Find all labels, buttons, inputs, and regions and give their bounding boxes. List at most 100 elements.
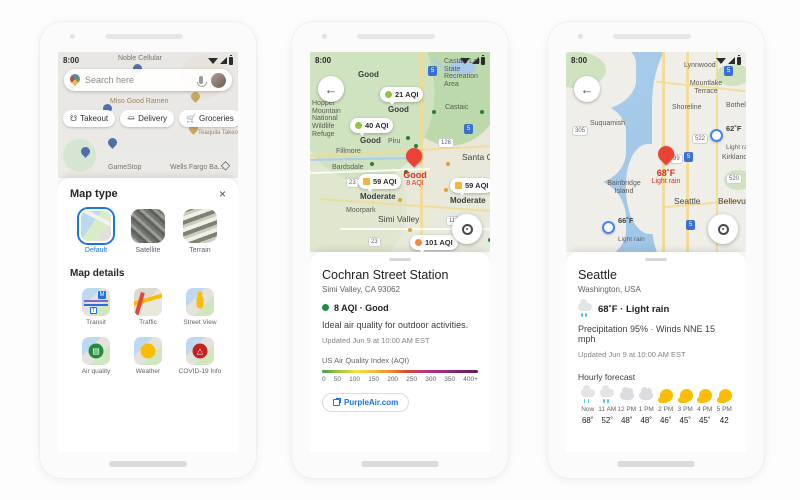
selected-location-pin[interactable] xyxy=(406,148,422,170)
aqi-marker[interactable]: 101 AQI xyxy=(410,235,458,252)
avatar[interactable] xyxy=(211,72,226,88)
back-button[interactable]: ← xyxy=(574,76,600,102)
sensor-dot[interactable] xyxy=(446,162,450,166)
chip-label: Takeout xyxy=(80,114,109,123)
pin-cond: Light rain xyxy=(651,178,681,185)
hour-temp: 45˚ xyxy=(679,415,692,425)
chip-delivery[interactable]: ⏛ Delivery xyxy=(120,110,175,127)
map-pin[interactable] xyxy=(81,147,90,159)
phone2-top-bezel xyxy=(292,22,508,52)
sensor-dot[interactable] xyxy=(480,110,484,114)
sensor-dot[interactable] xyxy=(408,228,412,232)
sensor-dot[interactable] xyxy=(444,188,448,192)
rain-marker-icon xyxy=(602,221,615,235)
drag-handle[interactable] xyxy=(645,258,667,261)
route-shield: 5 xyxy=(684,152,694,162)
back-button[interactable]: ← xyxy=(318,76,344,102)
pin-temp: 68˚F xyxy=(656,168,676,178)
scale-tick: 0 xyxy=(322,375,326,383)
search-input[interactable]: Search here xyxy=(85,75,194,85)
detail-label: Transit xyxy=(86,319,106,326)
place-label: Suquamish xyxy=(590,120,626,127)
weather-marker-text: 62˚F Light rain xyxy=(726,118,746,153)
sensor-dot[interactable] xyxy=(432,110,436,114)
aqi-square-icon xyxy=(363,178,370,185)
aqi-status: 8 AQI · Good xyxy=(322,303,478,313)
sensor-dot[interactable] xyxy=(370,162,374,166)
groceries-icon: 🛒 xyxy=(186,114,197,123)
hourly-forecast-row[interactable]: Now 68˚ 11 AM 52˚ 12 PM 48˚ 1 PM 48˚ 2 P… xyxy=(578,384,734,425)
aqi-marker[interactable]: 59 AQI xyxy=(450,178,490,196)
map-type-label: Satellite xyxy=(135,247,161,254)
map-type-satellite[interactable]: Satellite xyxy=(122,209,174,254)
aqi-marker[interactable]: 21 AQI xyxy=(380,87,424,105)
my-location-button[interactable] xyxy=(452,214,482,244)
purpleair-link-button[interactable]: PurpleAir.com xyxy=(322,392,410,412)
place-label: Bardsdale xyxy=(332,164,364,171)
camera-icon xyxy=(578,34,583,39)
status-icons xyxy=(716,54,741,65)
map-pin[interactable] xyxy=(108,138,117,150)
wifi-icon xyxy=(460,57,470,64)
map-pin[interactable] xyxy=(191,92,200,104)
aqi-status-dot-icon xyxy=(322,304,329,311)
chip-groceries[interactable]: 🛒 Groceries xyxy=(179,110,238,127)
aqi-marker[interactable]: 40 AQI xyxy=(350,118,394,136)
map-canvas-default[interactable]: 8:00 Noble Cellular Miso Good Ramen Game… xyxy=(58,52,238,178)
weather-marker[interactable]: 62˚F Light rain xyxy=(710,118,746,153)
sensor-dot[interactable] xyxy=(406,136,410,140)
route-shield: 23 xyxy=(346,178,359,188)
delivery-icon: ⏛ xyxy=(127,114,136,123)
cloud-icon xyxy=(637,387,657,404)
aqi-status-text: 8 AQI · Good xyxy=(334,302,389,313)
aqi-scale-bar xyxy=(322,369,478,373)
hourly-item: 4 PM 45˚ xyxy=(695,388,715,425)
microphone-icon[interactable] xyxy=(197,76,207,87)
earpiece xyxy=(105,34,183,39)
selected-location-pin[interactable] xyxy=(658,146,674,168)
place-label: Castaic xyxy=(445,104,469,111)
map-default-thumbnail xyxy=(78,209,113,243)
aqi-value: 40 AQI xyxy=(365,121,389,130)
marker-cond: Light rain xyxy=(618,235,645,243)
map-type-terrain[interactable]: Terrain xyxy=(174,209,226,254)
detail-weather[interactable]: Weather xyxy=(122,337,174,376)
current-weather-text: 68˚F · Light rain xyxy=(598,304,670,315)
detail-street-view[interactable]: Street View xyxy=(174,288,226,327)
detail-traffic[interactable]: Traffic xyxy=(122,288,174,327)
detail-covid-info[interactable]: △ COVID-19 Info xyxy=(174,337,226,376)
layers-icon[interactable]: ◇ xyxy=(219,159,232,172)
drag-handle[interactable] xyxy=(389,258,411,261)
my-location-icon xyxy=(717,223,729,235)
aqi-square-icon xyxy=(455,182,462,189)
map-type-default[interactable]: Default xyxy=(70,209,122,254)
scale-tick: 350 xyxy=(444,375,456,383)
aqi-word: Moderate xyxy=(450,196,486,205)
phone1-bottom-bezel xyxy=(40,452,256,478)
status-bar: 8:00 xyxy=(58,54,238,67)
status-bar: 8:00 xyxy=(310,54,490,67)
scale-tick: 250 xyxy=(406,375,418,383)
sensor-dot[interactable] xyxy=(488,238,490,242)
air-quality-card: Cochran Street Station Simi Valley, CA 9… xyxy=(310,252,490,452)
chip-takeout[interactable]: ☋ Takeout xyxy=(63,110,116,127)
weather-marker[interactable]: 66˚F Light rain xyxy=(602,210,645,245)
aqi-scale-ticks: 0 50 100 150 200 250 300 350 400+ xyxy=(322,376,478,383)
detail-air-quality[interactable]: ▤ Air quality xyxy=(70,337,122,376)
place-label: Piru xyxy=(388,138,401,145)
sensor-dot[interactable] xyxy=(398,198,402,202)
detail-label: COVID-19 Info xyxy=(178,368,222,376)
aqi-value: 59 AQI xyxy=(465,181,489,190)
my-location-button[interactable] xyxy=(708,214,738,244)
aqi-scale-title: US Air Quality Index (AQI) xyxy=(322,355,410,365)
close-icon[interactable]: × xyxy=(219,188,226,200)
phone3-top-bezel xyxy=(548,22,764,52)
map-canvas-weather[interactable]: 8:00 Lynnwood Mountlake Terrace Shorelin… xyxy=(566,52,746,252)
marker-cond: Light rain xyxy=(726,143,746,151)
search-bar[interactable]: Search here xyxy=(64,69,232,91)
map-canvas-air-quality[interactable]: 8:00 Hopper Mountain National Wildlife R… xyxy=(310,52,490,252)
map-details-grid: M T Transit Traffic Street View ▤ Air qu… xyxy=(70,288,226,386)
marker-temp: 66˚F xyxy=(618,216,634,225)
hourly-item: 2 PM 46˚ xyxy=(656,388,676,425)
detail-transit[interactable]: M T Transit xyxy=(70,288,122,327)
